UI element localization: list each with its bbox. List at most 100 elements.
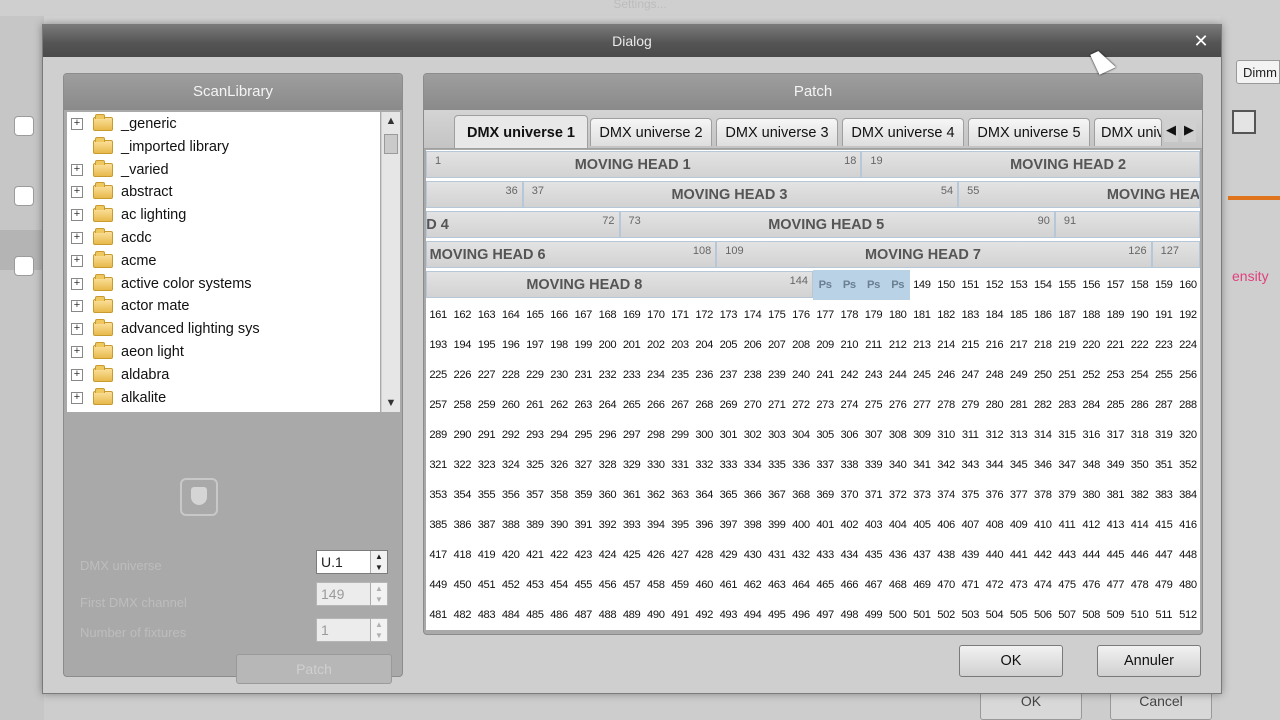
channel-cell[interactable]: 215 [958,330,982,360]
channel-cell[interactable]: 150 [934,270,958,300]
channel-cell[interactable]: 460 [692,570,716,600]
channel-cell[interactable]: 361 [620,480,644,510]
channel-cell[interactable]: 231 [571,360,595,390]
channel-cell[interactable]: 244 [886,360,910,390]
channel-cell[interactable]: 502 [934,600,958,630]
channel-cell[interactable]: 332 [692,450,716,480]
fixture-block[interactable]: MOVING HEAD 4 55 [958,181,1200,208]
channel-cell[interactable]: 206 [740,330,764,360]
channel-cell[interactable]: 170 [644,300,668,330]
background-dimmer-tab[interactable]: Dimm [1236,60,1280,84]
tree-item[interactable]: + advanced lighting sys [67,318,380,340]
channel-cell[interactable]: 326 [547,450,571,480]
channel-cell[interactable]: 425 [620,540,644,570]
channel-cell[interactable]: 174 [740,300,764,330]
channel-cell[interactable]: 246 [934,360,958,390]
close-icon[interactable]: ✕ [1191,25,1211,57]
channel-cell[interactable]: 484 [499,600,523,630]
channel-cell[interactable]: 327 [571,450,595,480]
channel-cell[interactable]: 457 [620,570,644,600]
channel-cell[interactable]: 186 [1031,300,1055,330]
channel-cell[interactable]: 149 [910,270,934,300]
channel-cell[interactable]: 335 [765,450,789,480]
tree-item[interactable]: + actor mate [67,295,380,317]
tree-item[interactable]: + _varied [67,159,380,181]
channel-cell[interactable]: 512 [1176,600,1200,630]
channel-cell[interactable]: 338 [837,450,861,480]
channel-cell[interactable]: 477 [1103,570,1127,600]
channel-cell[interactable]: 489 [620,600,644,630]
channel-cell[interactable]: 368 [789,480,813,510]
expand-icon[interactable]: + [71,118,83,130]
channel-cell[interactable]: 328 [595,450,619,480]
channel-cell[interactable]: 370 [837,480,861,510]
channel-cell[interactable]: 225 [426,360,450,390]
channel-cell[interactable]: 269 [716,390,740,420]
channel-cell[interactable]: 223 [1152,330,1176,360]
channel-cell[interactable]: 384 [1176,480,1200,510]
channel-cell[interactable]: 377 [1007,480,1031,510]
channel-cell[interactable]: 302 [740,420,764,450]
channel-cell[interactable]: 172 [692,300,716,330]
channel-cell[interactable]: 462 [740,570,764,600]
channel-cell[interactable]: 464 [789,570,813,600]
channel-cell[interactable]: 496 [789,600,813,630]
selected-channel-cell[interactable]: Ps [861,270,886,300]
channel-cell[interactable]: 159 [1152,270,1176,300]
channel-cell[interactable]: 487 [571,600,595,630]
channel-cell[interactable]: 495 [765,600,789,630]
channel-cell[interactable]: 180 [886,300,910,330]
channel-cell[interactable]: 389 [523,510,547,540]
channel-cell[interactable]: 154 [1031,270,1055,300]
channel-cell[interactable]: 275 [861,390,885,420]
channel-cell[interactable]: 295 [571,420,595,450]
channel-cell[interactable]: 455 [571,570,595,600]
tree-item[interactable]: + ac lighting [67,204,380,226]
channel-cell[interactable]: 500 [886,600,910,630]
channel-cell[interactable]: 382 [1127,480,1151,510]
channel-cell[interactable]: 354 [450,480,474,510]
channel-cell[interactable]: 286 [1127,390,1151,420]
channel-cell[interactable]: 334 [740,450,764,480]
channel-cell[interactable]: 173 [716,300,740,330]
channel-cell[interactable]: 252 [1079,360,1103,390]
background-ok-button[interactable]: OK [980,690,1082,720]
channel-cell[interactable]: 427 [668,540,692,570]
channel-cell[interactable]: 407 [958,510,982,540]
channel-cell[interactable]: 241 [813,360,837,390]
channel-cell[interactable]: 247 [958,360,982,390]
channel-cell[interactable]: 508 [1079,600,1103,630]
channel-cell[interactable]: 166 [547,300,571,330]
channel-cell[interactable]: 219 [1055,330,1079,360]
channel-cell[interactable]: 208 [789,330,813,360]
channel-cell[interactable]: 261 [523,390,547,420]
channel-cell[interactable]: 406 [934,510,958,540]
fixture-block[interactable]: MOVING HEAD 236 [426,181,523,208]
channel-cell[interactable]: 183 [958,300,982,330]
channel-cell[interactable]: 478 [1127,570,1151,600]
channel-cell[interactable]: 274 [837,390,861,420]
channel-cell[interactable]: 372 [886,480,910,510]
spinner-arrows-icon[interactable]: ▲ ▼ [370,551,387,573]
channel-cell[interactable]: 467 [861,570,885,600]
channel-cell[interactable]: 280 [982,390,1006,420]
channel-cell[interactable]: 185 [1007,300,1031,330]
channel-cell[interactable]: 257 [426,390,450,420]
channel-cell[interactable]: 470 [934,570,958,600]
expand-icon[interactable]: + [71,346,83,358]
channel-cell[interactable]: 211 [861,330,885,360]
channel-cell[interactable]: 482 [450,600,474,630]
channel-cell[interactable]: 449 [426,570,450,600]
channel-cell[interactable]: 398 [740,510,764,540]
channel-cell[interactable]: 259 [474,390,498,420]
channel-cell[interactable]: 419 [474,540,498,570]
channel-cell[interactable]: 345 [1007,450,1031,480]
channel-cell[interactable]: 445 [1103,540,1127,570]
channel-cell[interactable]: 431 [765,540,789,570]
channel-cell[interactable]: 505 [1007,600,1031,630]
channel-cell[interactable]: 364 [692,480,716,510]
channel-cell[interactable]: 459 [668,570,692,600]
channel-cell[interactable]: 411 [1055,510,1079,540]
tree-item[interactable]: + aeon light [67,341,380,363]
expand-icon[interactable]: + [71,300,83,313]
